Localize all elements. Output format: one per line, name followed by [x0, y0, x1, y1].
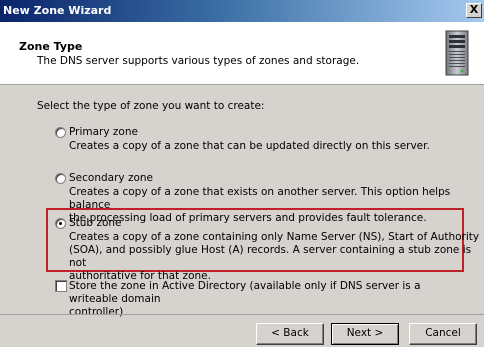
page-title: Zone Type — [19, 40, 83, 53]
close-button[interactable]: X — [466, 3, 482, 18]
wizard-content: Select the type of zone you want to crea… — [0, 86, 484, 318]
primary-zone-label[interactable]: Primary zone — [69, 126, 138, 138]
prompt-label: Select the type of zone you want to crea… — [37, 100, 265, 112]
page-subtitle: The DNS server supports various types of… — [37, 55, 360, 67]
stub-zone-label[interactable]: Stub zone — [69, 217, 122, 229]
next-button[interactable]: Next > — [331, 323, 399, 345]
wizard-footer: < Back Next > Cancel — [0, 314, 484, 348]
new-zone-wizard-window: New Zone Wizard X Zone Type The DNS serv… — [0, 0, 484, 347]
window-title: New Zone Wizard — [3, 4, 112, 17]
cancel-button[interactable]: Cancel — [409, 323, 477, 345]
secondary-zone-label[interactable]: Secondary zone — [69, 172, 153, 184]
wizard-header: Zone Type The DNS server supports variou… — [0, 22, 484, 85]
stub-zone-description: Creates a copy of a zone containing only… — [69, 231, 480, 282]
active-directory-checkbox[interactable] — [55, 280, 67, 292]
secondary-zone-radio[interactable] — [55, 173, 66, 184]
back-button[interactable]: < Back — [256, 323, 324, 345]
primary-zone-radio[interactable] — [55, 127, 66, 138]
server-icon — [445, 30, 469, 76]
close-icon: X — [469, 3, 479, 16]
title-bar[interactable]: New Zone Wizard X — [0, 0, 484, 22]
primary-zone-description: Creates a copy of a zone that can be upd… — [69, 140, 430, 152]
stub-zone-radio[interactable] — [55, 218, 66, 229]
